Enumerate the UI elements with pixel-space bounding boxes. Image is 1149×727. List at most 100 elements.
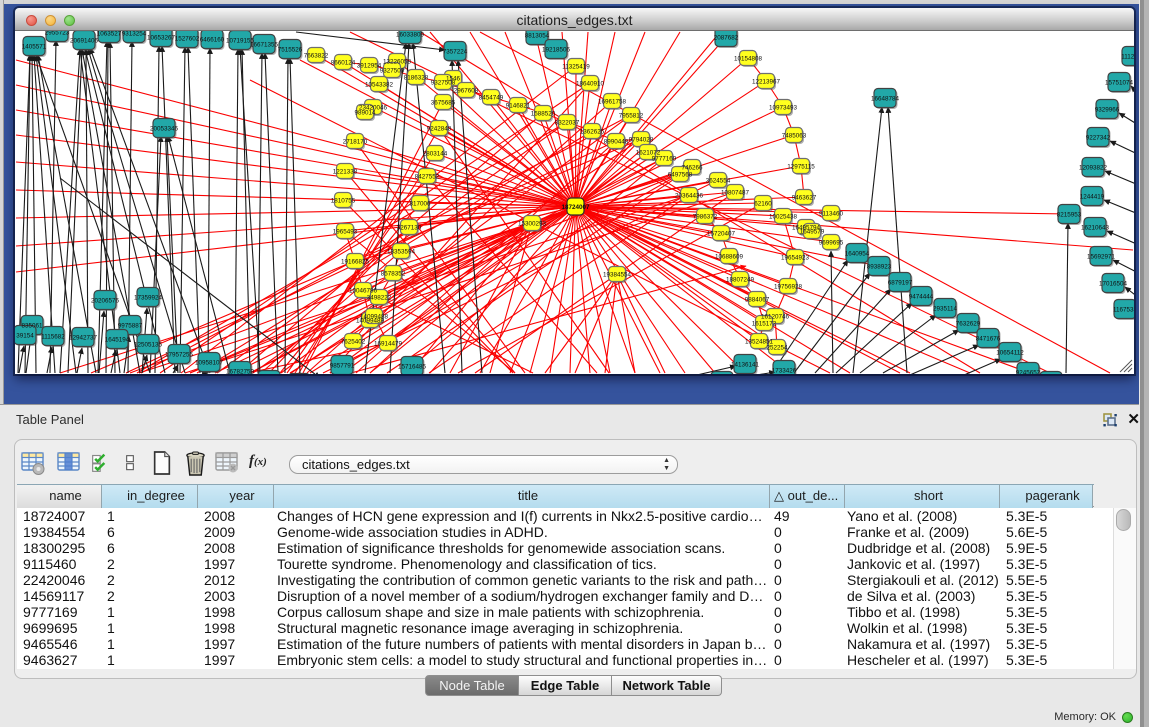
- svg-text:19218506: 19218506: [542, 47, 571, 54]
- svg-text:817006: 817006: [409, 201, 431, 208]
- svg-text:16961758: 16961758: [598, 99, 627, 106]
- svg-text:12093822: 12093822: [1079, 165, 1108, 172]
- svg-text:16648784: 16648784: [871, 96, 900, 103]
- svg-text:8938923: 8938923: [867, 264, 892, 271]
- svg-text:989014: 989014: [354, 110, 376, 117]
- svg-text:8322037: 8322037: [555, 120, 580, 127]
- svg-text:1405571: 1405571: [22, 44, 47, 51]
- svg-text:7357224: 7357224: [443, 49, 468, 56]
- svg-text:9329966: 9329966: [1095, 107, 1120, 114]
- svg-text:16914479: 16914479: [374, 341, 403, 348]
- svg-text:8471676: 8471676: [976, 336, 1001, 343]
- svg-text:9313254: 9313254: [122, 31, 147, 38]
- svg-text:252254: 252254: [766, 345, 788, 352]
- svg-text:16671355: 16671355: [250, 42, 279, 49]
- svg-text:3912954: 3912954: [357, 63, 382, 70]
- svg-text:1527602: 1527602: [175, 36, 200, 43]
- svg-text:18807249: 18807249: [726, 277, 755, 284]
- svg-text:10973493: 10973493: [769, 105, 798, 112]
- svg-text:8660124: 8660124: [331, 60, 356, 67]
- svg-text:2718170: 2718170: [343, 139, 368, 146]
- svg-text:16782759: 16782759: [226, 369, 255, 375]
- svg-text:7625402: 7625402: [341, 339, 366, 346]
- svg-text:12942737: 12942737: [69, 335, 98, 342]
- svg-text:1112843: 1112843: [1121, 54, 1134, 61]
- svg-text:17957255: 17957255: [165, 352, 194, 359]
- svg-text:835061: 835061: [21, 323, 43, 330]
- svg-text:2955723: 2955723: [45, 31, 70, 37]
- svg-text:1244419: 1244419: [1080, 194, 1105, 201]
- svg-text:10543382: 10543382: [365, 82, 394, 89]
- svg-text:3624554: 3624554: [706, 178, 731, 185]
- svg-text:1649579: 1649579: [800, 229, 825, 236]
- svg-text:8990448: 8990448: [604, 139, 629, 146]
- svg-text:1733426: 1733426: [772, 368, 797, 375]
- svg-text:8215953: 8215953: [1057, 212, 1082, 219]
- svg-text:17359924: 17359924: [134, 295, 163, 302]
- svg-text:20053346: 20053346: [150, 126, 179, 133]
- svg-text:15716485: 15716485: [398, 364, 427, 371]
- svg-text:12975115: 12975115: [787, 164, 815, 171]
- svg-text:1588520: 1588520: [531, 111, 556, 118]
- svg-text:1640954: 1640954: [845, 251, 870, 258]
- svg-text:9327508: 9327508: [431, 80, 456, 87]
- svg-text:18724007: 18724007: [561, 204, 590, 211]
- svg-text:1615172: 1615172: [752, 321, 777, 328]
- svg-text:10688609: 10688609: [715, 254, 744, 261]
- svg-text:12213967: 12213967: [752, 79, 781, 86]
- svg-text:2967608: 2967608: [454, 88, 479, 95]
- svg-text:9777169: 9777169: [652, 156, 677, 163]
- svg-text:7515526: 7515526: [278, 47, 303, 54]
- svg-text:6879197: 6879197: [888, 280, 913, 287]
- svg-text:9474444: 9474444: [909, 294, 934, 301]
- svg-text:16210643: 16210643: [1081, 225, 1110, 232]
- svg-text:1063527: 1063527: [97, 31, 122, 38]
- svg-text:17016504: 17016504: [1099, 281, 1128, 288]
- svg-text:10653267: 10653267: [147, 35, 176, 42]
- svg-text:9857791: 9857791: [330, 363, 355, 370]
- svg-text:7986372: 7986372: [693, 214, 718, 221]
- svg-text:19756928: 19756928: [774, 284, 803, 291]
- svg-text:8454749: 8454749: [479, 95, 504, 102]
- svg-text:8813054: 8813054: [525, 33, 550, 40]
- svg-text:19166825: 19166825: [341, 259, 370, 266]
- svg-text:746266: 746266: [681, 165, 703, 172]
- svg-text:9113460: 9113460: [819, 211, 844, 218]
- svg-text:62160: 62160: [754, 201, 772, 208]
- svg-text:8186328: 8186328: [404, 75, 429, 82]
- svg-text:2935114: 2935114: [933, 306, 958, 313]
- svg-text:16120746: 16120746: [761, 314, 790, 321]
- svg-text:6466160: 6466160: [200, 37, 225, 44]
- svg-text:12505135: 12505135: [134, 342, 163, 349]
- svg-text:9242848: 9242848: [427, 126, 452, 133]
- svg-text:3498222: 3498222: [367, 295, 392, 302]
- svg-text:2087682: 2087682: [714, 35, 739, 42]
- svg-text:14136141: 14136141: [731, 362, 760, 369]
- svg-text:15720407: 15720407: [707, 231, 736, 238]
- svg-text:10654112: 10654112: [996, 350, 1024, 357]
- svg-text:20691406: 20691406: [70, 38, 99, 45]
- svg-text:13226058: 13226058: [383, 59, 412, 66]
- svg-text:9884067: 9884067: [745, 297, 770, 304]
- svg-text:7485063: 7485063: [782, 133, 807, 140]
- svg-text:7955812: 7955812: [619, 113, 644, 120]
- svg-text:1221338: 1221338: [333, 169, 358, 176]
- svg-text:3675685: 3675685: [431, 100, 456, 107]
- svg-text:3267130: 3267130: [397, 225, 422, 232]
- svg-text:9227342: 9227342: [1086, 135, 1111, 142]
- svg-text:20364436: 20364436: [675, 193, 704, 200]
- svg-text:15300293: 15300293: [518, 221, 547, 228]
- svg-text:18640910: 18640910: [576, 81, 605, 88]
- svg-text:7632629: 7632629: [956, 321, 981, 328]
- svg-text:10046786: 10046786: [349, 288, 378, 295]
- svg-text:15692971: 15692971: [1087, 254, 1116, 261]
- svg-text:18353594: 18353594: [387, 249, 416, 256]
- svg-text:19654923: 19654923: [781, 255, 810, 262]
- svg-text:6497568: 6497568: [668, 172, 693, 179]
- svg-text:9146821: 9146821: [506, 103, 531, 110]
- svg-text:20206576: 20206576: [91, 298, 120, 305]
- svg-text:2803144: 2803144: [423, 151, 448, 158]
- svg-text:9975887: 9975887: [118, 323, 143, 330]
- svg-text:10807487: 10807487: [721, 190, 750, 197]
- svg-text:10025438: 10025438: [769, 214, 798, 221]
